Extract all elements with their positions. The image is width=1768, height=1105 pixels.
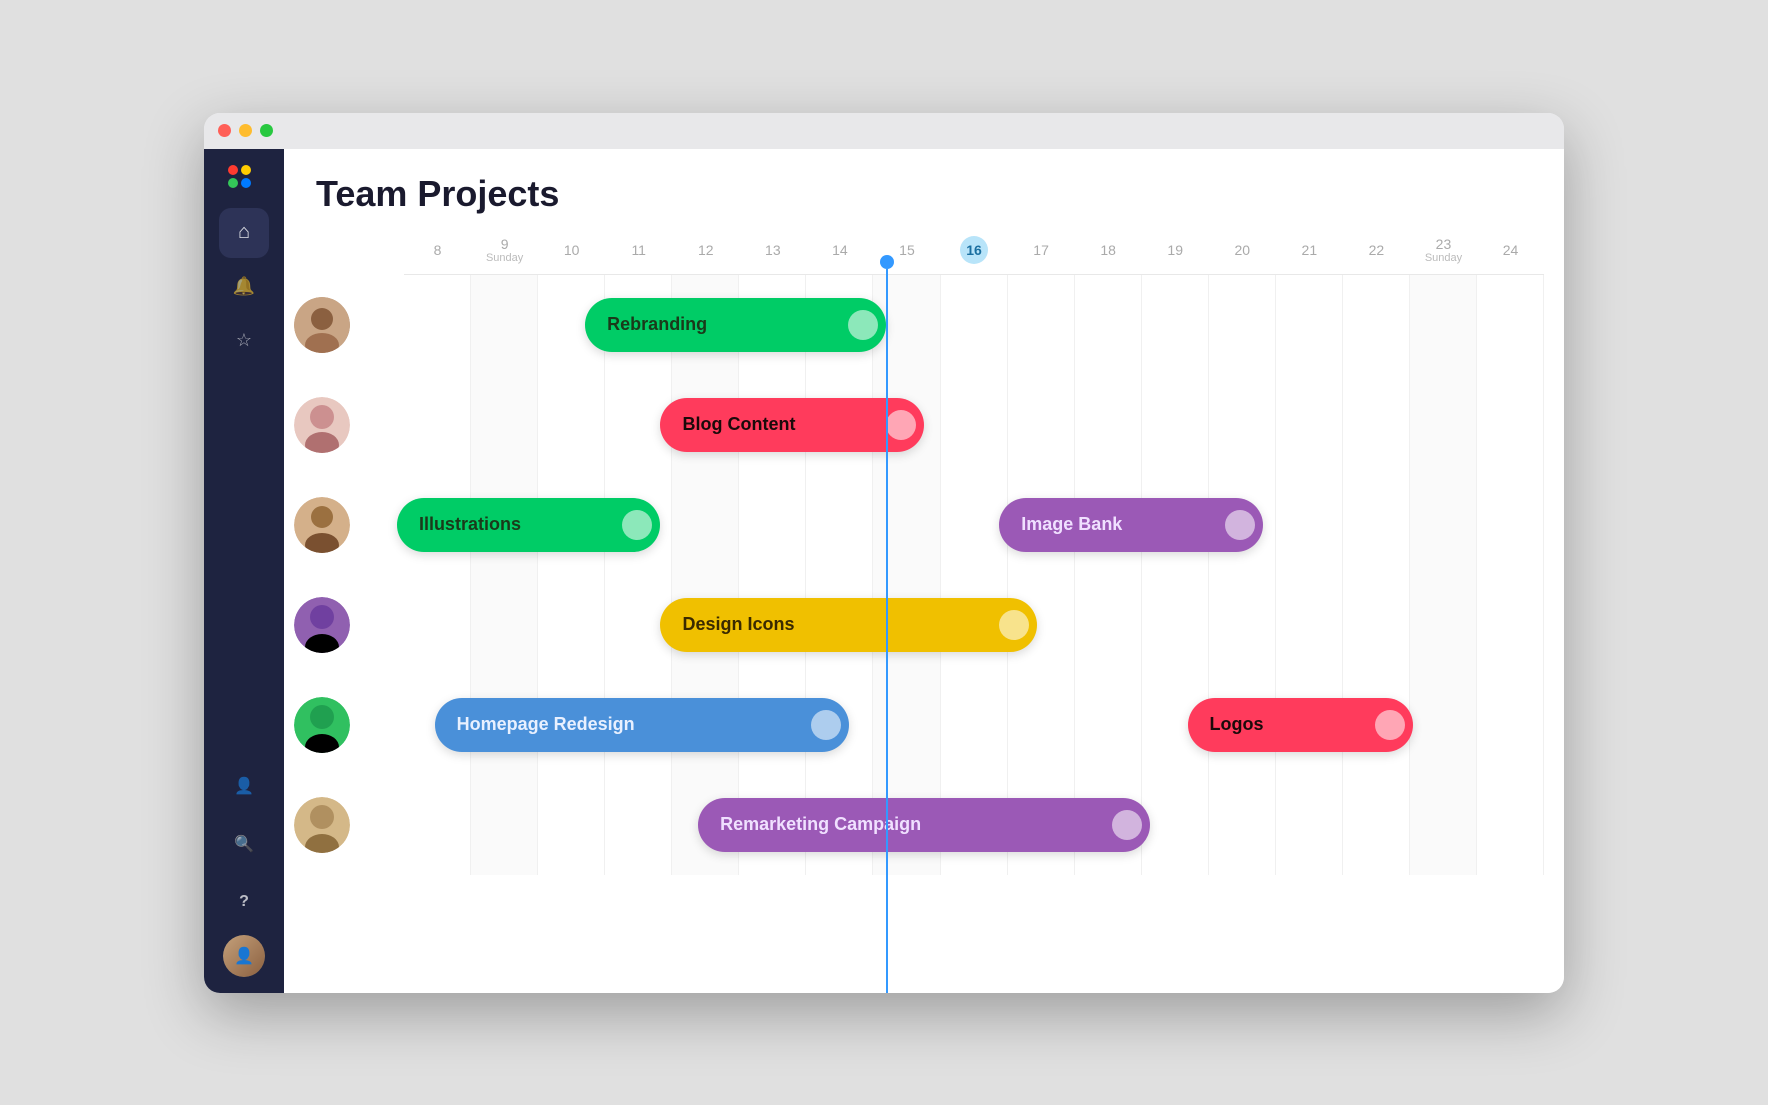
row-bg <box>404 375 1544 475</box>
task-bar-illustrations[interactable]: Illustrations <box>397 498 661 552</box>
avatar-image-1 <box>294 397 350 453</box>
task-bar-homepage-redesign[interactable]: Homepage Redesign <box>435 698 849 752</box>
day-15: 15 <box>873 227 940 274</box>
logo-dot-yellow <box>241 165 251 175</box>
avatar-row-3 <box>294 597 350 653</box>
search-icon: 🔍 <box>234 834 254 854</box>
sidebar: ⌂ 🔔 ☆ 👤 🔍 ? 👤 <box>204 149 284 993</box>
task-label-logos: Logos <box>1210 714 1264 735</box>
task-dot-blog-content <box>886 410 916 440</box>
minimize-dot[interactable] <box>239 124 252 137</box>
avatar-image: 👤 <box>223 935 265 977</box>
row-bg <box>404 275 1544 375</box>
task-dot-image-bank <box>1225 510 1255 540</box>
sidebar-bottom: 👤 🔍 ? 👤 <box>219 761 269 977</box>
bell-icon: 🔔 <box>233 276 255 297</box>
sidebar-item-help[interactable]: ? <box>219 877 269 927</box>
day-12: 12 <box>672 227 739 274</box>
task-bar-design-icons[interactable]: Design Icons <box>660 598 1036 652</box>
day-16: 16 <box>941 227 1008 274</box>
star-icon: ☆ <box>236 330 252 351</box>
logo-dot-green <box>228 178 238 188</box>
avatar-image-4 <box>294 697 350 753</box>
user-avatar[interactable]: 👤 <box>223 935 265 977</box>
help-icon: ? <box>239 893 249 911</box>
logo-dot-blue <box>241 178 251 188</box>
sidebar-item-search[interactable]: 🔍 <box>219 819 269 869</box>
logo-dot-red <box>228 165 238 175</box>
task-dot-homepage-redesign <box>811 710 841 740</box>
task-dot-illustrations <box>622 510 652 540</box>
avatar-row-5 <box>294 797 350 853</box>
day-13: 13 <box>739 227 806 274</box>
maximize-dot[interactable] <box>260 124 273 137</box>
day-22: 22 <box>1343 227 1410 274</box>
task-bar-blog-content[interactable]: Blog Content <box>660 398 924 452</box>
gantt-rows <box>404 275 1544 875</box>
task-dot-design-icons <box>999 610 1029 640</box>
task-label-rebranding: Rebranding <box>607 314 707 335</box>
gantt-chart: 8 9 Sunday 10 11 12 13 14 15 16 17 18 <box>284 227 1564 993</box>
avatar-image-5 <box>294 797 350 853</box>
task-dot-remarketing <box>1112 810 1142 840</box>
task-label-blog-content: Blog Content <box>682 414 795 435</box>
day-24: 24 <box>1477 227 1544 274</box>
day-17: 17 <box>1008 227 1075 274</box>
day-21: 21 <box>1276 227 1343 274</box>
day-14: 14 <box>806 227 873 274</box>
title-bar <box>204 113 1564 149</box>
page-header: Team Projects <box>284 149 1564 227</box>
close-dot[interactable] <box>218 124 231 137</box>
day-9: 9 Sunday <box>471 227 538 274</box>
sidebar-item-add-user[interactable]: 👤 <box>219 761 269 811</box>
day-20: 20 <box>1209 227 1276 274</box>
avatar-row-2 <box>294 497 350 553</box>
sidebar-item-notifications[interactable]: 🔔 <box>219 262 269 312</box>
day-23: 23 Sunday <box>1410 227 1477 274</box>
task-bar-rebranding[interactable]: Rebranding <box>585 298 886 352</box>
sidebar-item-home[interactable]: ⌂ <box>219 208 269 258</box>
gantt-row-1 <box>404 375 1544 475</box>
avatar-image-2 <box>294 497 350 553</box>
avatar-image-0 <box>294 297 350 353</box>
task-bar-logos[interactable]: Logos <box>1188 698 1414 752</box>
home-icon: ⌂ <box>238 221 250 244</box>
day-10: 10 <box>538 227 605 274</box>
avatar-row-0 <box>294 297 350 353</box>
app-window: ⌂ 🔔 ☆ 👤 🔍 ? 👤 <box>204 113 1564 993</box>
day-19: 19 <box>1142 227 1209 274</box>
task-label-illustrations: Illustrations <box>419 514 521 535</box>
day-18: 18 <box>1075 227 1142 274</box>
task-label-design-icons: Design Icons <box>682 614 794 635</box>
avatar-row-4 <box>294 697 350 753</box>
task-dot-rebranding <box>848 310 878 340</box>
add-user-icon: 👤 <box>234 776 254 796</box>
day-11: 11 <box>605 227 672 274</box>
main-content: Team Projects 8 9 Sunday 10 11 12 13 <box>284 149 1564 993</box>
timeline-header: 8 9 Sunday 10 11 12 13 14 15 16 17 18 <box>404 227 1544 275</box>
avatar-row-1 <box>294 397 350 453</box>
task-label-homepage-redesign: Homepage Redesign <box>457 714 635 735</box>
task-bar-image-bank[interactable]: Image Bank <box>999 498 1263 552</box>
sidebar-item-favorites[interactable]: ☆ <box>219 316 269 366</box>
gantt-row-0 <box>404 275 1544 375</box>
page-title: Team Projects <box>316 173 1532 215</box>
avatar-image-3 <box>294 597 350 653</box>
task-bar-remarketing[interactable]: Remarketing Campaign <box>698 798 1150 852</box>
logo <box>228 165 260 188</box>
task-dot-logos <box>1375 710 1405 740</box>
task-label-image-bank: Image Bank <box>1021 514 1122 535</box>
task-label-remarketing: Remarketing Campaign <box>720 814 921 835</box>
day-8: 8 <box>404 227 471 274</box>
